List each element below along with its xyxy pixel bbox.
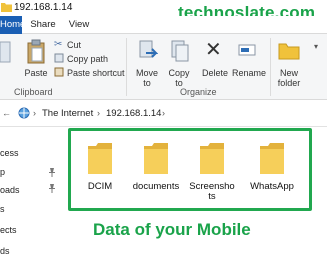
paste-button[interactable]: Paste (22, 68, 50, 78)
nav-item[interactable]: cess (0, 148, 19, 158)
caption-text: Data of your Mobile (93, 220, 251, 239)
move-to-icon (139, 40, 158, 58)
window-title: 192.168.1.14 (14, 2, 73, 13)
nav-item[interactable]: oads (0, 185, 20, 195)
folder-item[interactable]: DCIM (72, 140, 128, 208)
delete-button[interactable]: Delete (200, 68, 230, 78)
folder-item[interactable]: WhatsApp (244, 140, 300, 208)
cut-button[interactable]: Cut (67, 40, 81, 50)
new-folder-icon (278, 43, 300, 60)
chevron-right-icon[interactable]: › (33, 108, 36, 118)
pin-icon (49, 168, 55, 177)
chevron-right-icon[interactable]: › (162, 108, 165, 118)
paste-shortcut-button[interactable]: Paste shortcut (67, 68, 125, 78)
tab-home[interactable]: Home (0, 16, 22, 34)
chevron-right-icon[interactable]: › (97, 108, 100, 118)
pin-icon[interactable] (0, 40, 12, 64)
new-folder-label: New folder (277, 68, 301, 88)
folder-item[interactable]: documents (128, 140, 184, 208)
ribbon-separator (270, 38, 271, 96)
tab-view[interactable]: View (64, 16, 94, 34)
ribbon-separator (126, 38, 127, 96)
breadcrumb-the-internet[interactable]: The Internet (42, 108, 93, 119)
nav-item[interactable]: ds (0, 246, 10, 256)
folder-icon (1, 3, 12, 12)
tab-share[interactable]: Share (28, 16, 58, 34)
copy-path-icon (54, 53, 64, 63)
new-folder-button[interactable]: New folder (274, 68, 304, 88)
paste-shortcut-icon (54, 67, 64, 77)
copy-to-button[interactable]: Copy to (166, 68, 192, 88)
chevron-down-icon[interactable]: ▾ (314, 42, 318, 51)
folder-name: DCIM (87, 181, 113, 192)
scissors-icon: ✂ (54, 39, 63, 50)
address-bar[interactable]: ← › The Internet › 192.168.1.14 › (0, 100, 327, 127)
ribbon-tabs: Home Share View (0, 16, 327, 34)
folder-icon (144, 143, 168, 174)
breadcrumb-current-host[interactable]: 192.168.1.14 (106, 108, 161, 119)
rename-button[interactable]: Rename (232, 68, 266, 78)
folder-name: documents (132, 181, 180, 192)
copy-path-button[interactable]: Copy path (67, 54, 108, 64)
nav-item[interactable]: s (0, 204, 5, 214)
nav-item[interactable]: p (0, 167, 5, 177)
folder-icon (88, 143, 112, 174)
folder-name: WhatsApp (250, 181, 294, 192)
folder-icon (200, 143, 224, 174)
back-arrow-icon[interactable]: ← (2, 108, 11, 118)
folder-name: Screenshots (189, 181, 235, 202)
folder-icon (260, 143, 284, 174)
paste-icon[interactable] (26, 39, 46, 65)
delete-icon: ✕ (205, 39, 222, 61)
network-icon (18, 107, 30, 119)
folder-item[interactable]: Screenshots (184, 140, 240, 208)
nav-item[interactable]: ects (0, 225, 17, 235)
move-to-button[interactable]: Move to (134, 68, 160, 88)
clipboard-group-label: Clipboard (14, 87, 53, 97)
rename-icon (238, 44, 256, 56)
tab-home-label: Home (0, 19, 22, 30)
ribbon: Paste ✂ Cut Copy path Paste shortcut Cli… (0, 34, 327, 100)
copy-to-icon (171, 40, 189, 62)
navigation-pane: cess p oads s ects ds (0, 128, 58, 269)
pin-icon (49, 184, 55, 193)
organize-group-label: Organize (180, 87, 217, 97)
title-bar: 192.168.1.14 technoslate.com (0, 0, 327, 22)
